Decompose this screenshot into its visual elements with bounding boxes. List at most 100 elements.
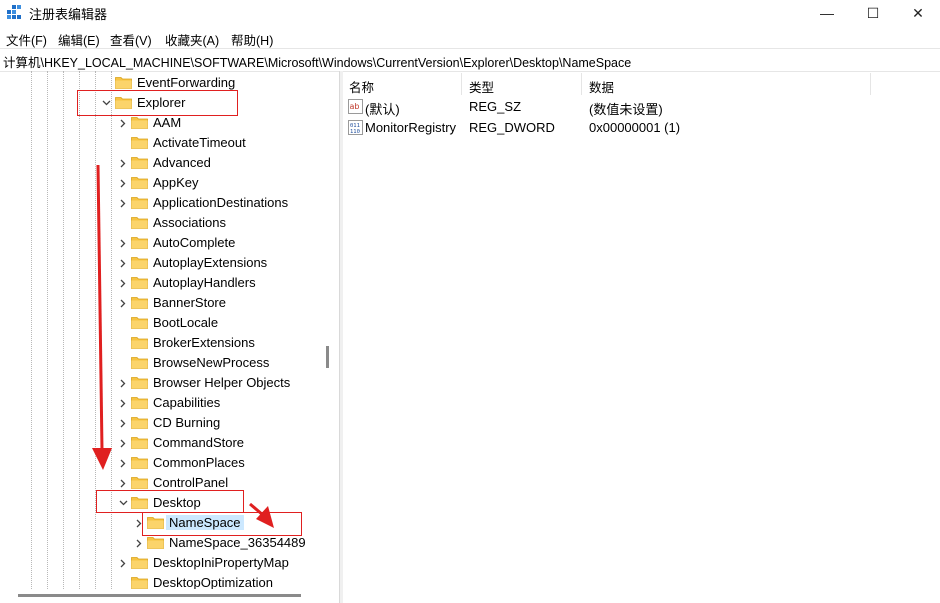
tree-node-label: BootLocale bbox=[153, 315, 219, 330]
tree-node-label: AutoComplete bbox=[153, 235, 236, 250]
chevron-right-icon[interactable] bbox=[118, 193, 128, 213]
folder-icon bbox=[131, 197, 148, 209]
folder-icon bbox=[131, 297, 148, 309]
folder-icon bbox=[131, 417, 148, 429]
tree-node-desktopinipropertymap[interactable]: DesktopIniPropertyMap bbox=[0, 553, 320, 573]
tree-node-label: Capabilities bbox=[153, 395, 221, 410]
menu-bar: 文件(F) 编辑(E) 查看(V) 收藏夹(A) 帮助(H) bbox=[0, 27, 940, 48]
tree-node-autoplayextensions[interactable]: AutoplayExtensions bbox=[0, 253, 320, 273]
menu-favorites[interactable]: 收藏夹(A) bbox=[165, 30, 219, 49]
window-title: 注册表编辑器 bbox=[29, 7, 108, 22]
string-value-icon: ab bbox=[348, 99, 363, 114]
folder-icon bbox=[131, 337, 148, 349]
tree-node-aam[interactable]: AAM bbox=[0, 113, 320, 133]
tree-node-brokerextensions[interactable]: BrokerExtensions bbox=[0, 333, 320, 353]
tree-node-commandstore[interactable]: CommandStore bbox=[0, 433, 320, 453]
column-header-type[interactable]: 类型 bbox=[469, 77, 494, 96]
tree-node-label: ActivateTimeout bbox=[153, 135, 246, 150]
menu-edit[interactable]: 编辑(E) bbox=[58, 30, 100, 49]
value-name: MonitorRegistry bbox=[365, 120, 457, 135]
annotation-box-explorer bbox=[77, 90, 238, 116]
tree-node-appkey[interactable]: AppKey bbox=[0, 173, 320, 193]
folder-icon bbox=[131, 157, 148, 169]
value-row[interactable]: 011 110 MonitorRegistry REG_DWORD 0x0000… bbox=[343, 118, 940, 139]
tree-horizontal-scrollbar-thumb[interactable] bbox=[18, 594, 301, 597]
folder-icon bbox=[131, 217, 148, 229]
tree-node-label: BrowseNewProcess bbox=[153, 355, 270, 370]
tree-node-label: AutoplayExtensions bbox=[153, 255, 268, 270]
column-separator[interactable] bbox=[581, 73, 582, 95]
column-header-name[interactable]: 名称 bbox=[349, 77, 374, 96]
value-name: (默认) bbox=[365, 102, 400, 117]
menu-help[interactable]: 帮助(H) bbox=[231, 30, 273, 49]
value-data: (数值未设置) bbox=[589, 102, 663, 117]
tree-node-capabilities[interactable]: Capabilities bbox=[0, 393, 320, 413]
tree-node-activatetimeout[interactable]: ActivateTimeout bbox=[0, 133, 320, 153]
close-button[interactable]: ✕ bbox=[895, 0, 940, 26]
chevron-right-icon[interactable] bbox=[118, 413, 128, 433]
tree-node-browsenewprocess[interactable]: BrowseNewProcess bbox=[0, 353, 320, 373]
address-path: 计算机\HKEY_LOCAL_MACHINE\SOFTWARE\Microsof… bbox=[3, 56, 632, 70]
folder-icon bbox=[131, 477, 148, 489]
chevron-right-icon[interactable] bbox=[118, 233, 128, 253]
column-header-data[interactable]: 数据 bbox=[589, 77, 614, 96]
value-list[interactable]: 名称 类型 数据 ab (默认) REG_SZ (数值未设置) 011 110 … bbox=[343, 71, 940, 603]
title-bar: 注册表编辑器 — ☐ ✕ bbox=[0, 0, 940, 26]
chevron-right-icon[interactable] bbox=[118, 273, 128, 293]
value-row[interactable]: ab (默认) REG_SZ (数值未设置) bbox=[343, 97, 940, 118]
chevron-right-icon[interactable] bbox=[118, 553, 128, 573]
folder-icon bbox=[131, 117, 148, 129]
tree-node-desktopoptimization[interactable]: DesktopOptimization bbox=[0, 573, 320, 589]
column-separator[interactable] bbox=[870, 73, 871, 95]
column-separator[interactable] bbox=[461, 73, 462, 95]
folder-icon bbox=[131, 577, 148, 589]
folder-icon bbox=[131, 137, 148, 149]
binary-value-icon: 011 110 bbox=[348, 120, 363, 135]
tree-node-applicationdestinations[interactable]: ApplicationDestinations bbox=[0, 193, 320, 213]
tree-node-bootlocale[interactable]: BootLocale bbox=[0, 313, 320, 333]
value-type: REG_DWORD bbox=[469, 120, 555, 135]
tree-node-browser-helper-objects[interactable]: Browser Helper Objects bbox=[0, 373, 320, 393]
tree-node-label: CommonPlaces bbox=[153, 455, 245, 470]
chevron-right-icon[interactable] bbox=[118, 373, 128, 393]
chevron-right-icon[interactable] bbox=[118, 253, 128, 273]
maximize-button[interactable]: ☐ bbox=[850, 0, 896, 26]
folder-icon bbox=[131, 397, 148, 409]
folder-icon bbox=[131, 257, 148, 269]
tree-node-autocomplete[interactable]: AutoComplete bbox=[0, 233, 320, 253]
chevron-right-icon[interactable] bbox=[118, 293, 128, 313]
tree-node-label: Browser Helper Objects bbox=[153, 375, 291, 390]
tree-node-label: Advanced bbox=[153, 155, 211, 170]
value-data: 0x00000001 (1) bbox=[589, 120, 681, 135]
chevron-right-icon[interactable] bbox=[118, 173, 128, 193]
tree-node-label: CD Burning bbox=[153, 415, 221, 430]
tree-node-autoplayhandlers[interactable]: AutoplayHandlers bbox=[0, 273, 320, 293]
folder-icon bbox=[131, 317, 148, 329]
annotation-box-desktop bbox=[96, 490, 244, 513]
tree-node-label: EventForwarding bbox=[137, 75, 236, 90]
tree-vertical-scrollbar-thumb[interactable] bbox=[326, 346, 329, 368]
chevron-right-icon[interactable] bbox=[118, 393, 128, 413]
chevron-right-icon[interactable] bbox=[118, 153, 128, 173]
tree-node-advanced[interactable]: Advanced bbox=[0, 153, 320, 173]
menu-view[interactable]: 查看(V) bbox=[110, 30, 152, 49]
minimize-button[interactable]: — bbox=[804, 0, 850, 26]
folder-icon bbox=[131, 357, 148, 369]
chevron-right-icon[interactable] bbox=[118, 433, 128, 453]
tree-node-associations[interactable]: Associations bbox=[0, 213, 320, 233]
tree-node-commonplaces[interactable]: CommonPlaces bbox=[0, 453, 320, 473]
folder-icon bbox=[131, 377, 148, 389]
chevron-right-icon[interactable] bbox=[118, 453, 128, 473]
folder-icon bbox=[131, 437, 148, 449]
tree-node-label: AAM bbox=[153, 115, 182, 130]
chevron-right-icon[interactable] bbox=[134, 533, 144, 553]
svg-text:110: 110 bbox=[350, 129, 360, 135]
tree-node-cd-burning[interactable]: CD Burning bbox=[0, 413, 320, 433]
menu-file[interactable]: 文件(F) bbox=[6, 30, 47, 49]
tree-node-namespace-36354489[interactable]: NameSpace_36354489 bbox=[0, 533, 320, 553]
address-bar[interactable]: 计算机\HKEY_LOCAL_MACHINE\SOFTWARE\Microsof… bbox=[0, 48, 940, 72]
regedit-app-icon bbox=[7, 5, 21, 19]
tree-node-label: AppKey bbox=[153, 175, 199, 190]
tree-node-bannerstore[interactable]: BannerStore bbox=[0, 293, 320, 313]
chevron-right-icon[interactable] bbox=[118, 113, 128, 133]
